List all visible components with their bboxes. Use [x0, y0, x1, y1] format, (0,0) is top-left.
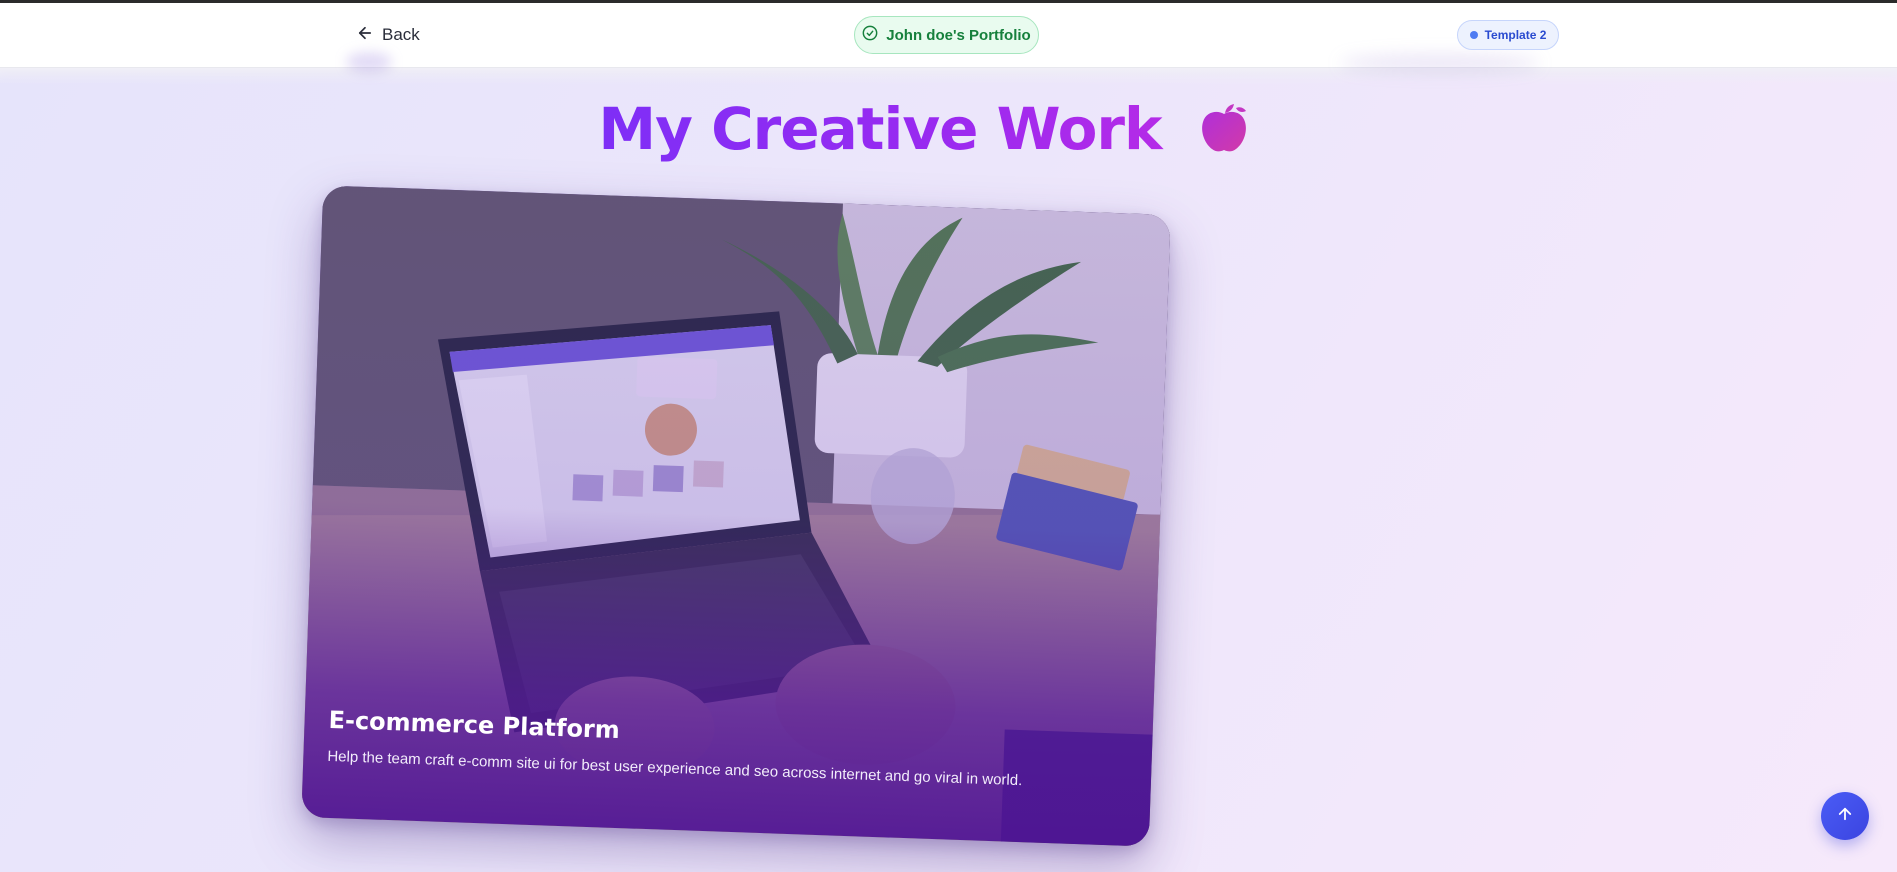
arrow-up-icon [1836, 805, 1854, 828]
page-title: My Creative Work [560, 94, 1200, 164]
card-gradient-overlay [301, 185, 1171, 847]
portfolio-badge: John doe's Portfolio [854, 16, 1039, 54]
apple-emoji-icon [1192, 96, 1256, 160]
template-badge[interactable]: Template 2 [1457, 20, 1559, 50]
arrow-left-icon [356, 24, 374, 47]
back-button[interactable]: Back [356, 20, 420, 50]
back-button-label: Back [382, 25, 420, 44]
template-badge-label: Template 2 [1484, 28, 1547, 42]
project-card-wrapper: E-commerce Platform Help the team craft … [301, 185, 1171, 847]
check-circle-icon [862, 25, 878, 45]
portfolio-badge-label: John doe's Portfolio [886, 26, 1031, 44]
template-area-glow [1340, 54, 1540, 72]
dot-icon [1469, 31, 1478, 39]
scroll-to-top-button[interactable] [1821, 792, 1869, 840]
back-button-glow [346, 52, 392, 72]
project-card[interactable]: E-commerce Platform Help the team craft … [301, 185, 1171, 847]
navbar-shadow [0, 68, 1897, 84]
